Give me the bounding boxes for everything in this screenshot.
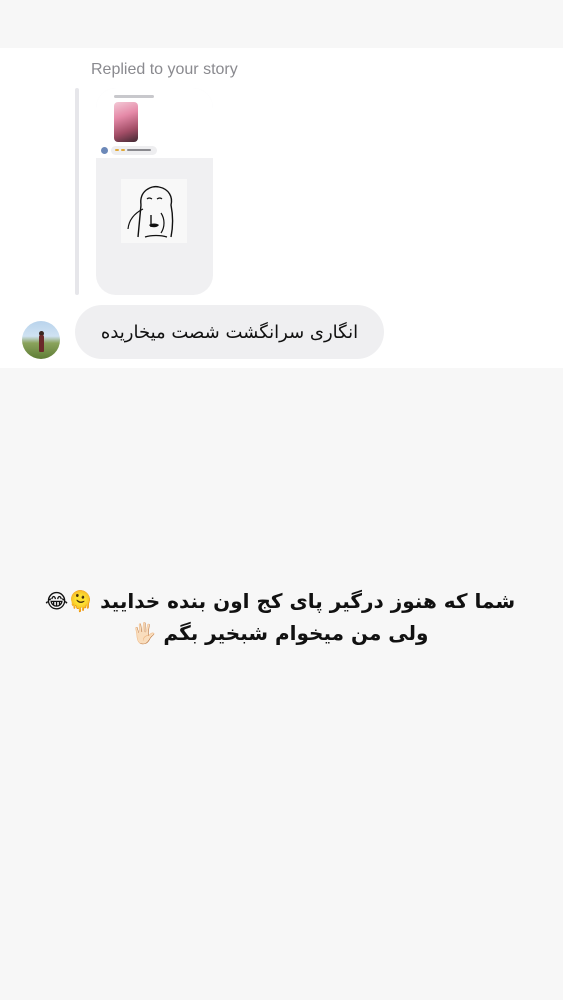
story-screenshot-preview: [96, 88, 213, 158]
story-mini-label: [114, 95, 154, 98]
caption-line-1: شما که هنوز درگیر پای کج اون بنده خدایید…: [44, 589, 516, 613]
story-mini-photo: [114, 102, 138, 142]
story-mini-bubble-text: [115, 147, 153, 153]
replied-to-story-label: Replied to your story: [91, 61, 238, 78]
message-row: انگاری سرانگشت شصت میخاریده: [0, 305, 563, 359]
message-bubble[interactable]: انگاری سرانگشت شصت میخاریده: [75, 305, 384, 359]
message-text: انگاری سرانگشت شصت میخاریده: [100, 321, 359, 343]
meme-doodle-icon: [121, 179, 187, 243]
avatar-person-body: [39, 335, 44, 352]
story-mini-avatar: [101, 147, 108, 154]
reply-quote-bar: [75, 88, 79, 295]
dm-thread-card: Replied to your story انگاری سرانگشت شصت…: [0, 48, 563, 368]
sender-avatar[interactable]: [22, 321, 60, 359]
story-preview-thumbnail[interactable]: [96, 88, 213, 295]
caption-line-2: ولی من میخوام شبخیر بگم 🖐🏻: [131, 621, 429, 645]
story-caption: شما که هنوز درگیر پای کج اون بنده خدایید…: [20, 585, 540, 649]
